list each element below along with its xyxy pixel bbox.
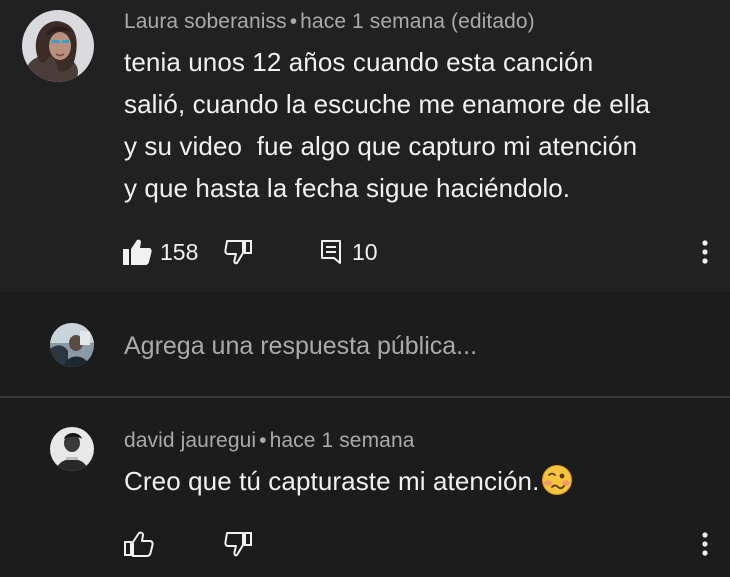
reply-text: Creo que tú capturaste mi atención. [124,466,540,496]
reply-meta: david jauregui • hace 1 semana [124,429,415,453]
reply-input[interactable]: Agrega una respuesta pública... [124,332,477,361]
thumb-down-icon [224,239,254,265]
woozy-face-emoji [541,464,573,496]
reply-count: 10 [352,238,378,265]
more-vert-icon [700,239,710,265]
more-options-button[interactable] [700,530,710,558]
reply-author[interactable]: david jauregui [124,429,256,452]
dislike-button[interactable] [224,238,254,266]
comment-text: tenia unos 12 años cuando esta canción s… [124,41,650,209]
comment-icon [320,239,344,265]
like-count: 158 [160,238,199,265]
meta-separator: • [289,10,298,33]
comment-text-line: y su video fue algo que capturo mi atenc… [124,131,638,161]
like-button[interactable] [124,530,154,558]
more-options-button[interactable] [700,238,710,266]
reply-text-block: Creo que tú capturaste mi atención. [124,460,573,502]
avatar[interactable] [50,427,94,471]
like-button[interactable]: 158 [122,236,198,268]
comment-timestamp[interactable]: hace 1 semana (editado) [300,10,535,33]
avatar [50,323,94,367]
avatar[interactable] [22,10,94,82]
meta-separator: • [259,429,267,452]
more-vert-icon [700,531,710,557]
thumb-up-filled-icon [122,238,152,266]
comment-text-line: y que hasta la fecha sigue haciéndolo. [124,173,571,203]
comment-meta: Laura soberaniss • hace 1 semana (editado) [124,10,535,34]
thumb-down-icon [224,531,254,557]
comment-text-line: salió, cuando la escuche me enamore de e… [124,89,651,119]
comment-text-line: tenia unos 12 años cuando esta canción [124,47,594,77]
replies-button[interactable]: 10 [320,236,378,268]
dislike-button[interactable] [224,530,254,558]
thumb-up-outline-icon [124,531,154,557]
comment-author[interactable]: Laura soberaniss [124,10,287,33]
reply-timestamp[interactable]: hace 1 semana [270,429,415,452]
